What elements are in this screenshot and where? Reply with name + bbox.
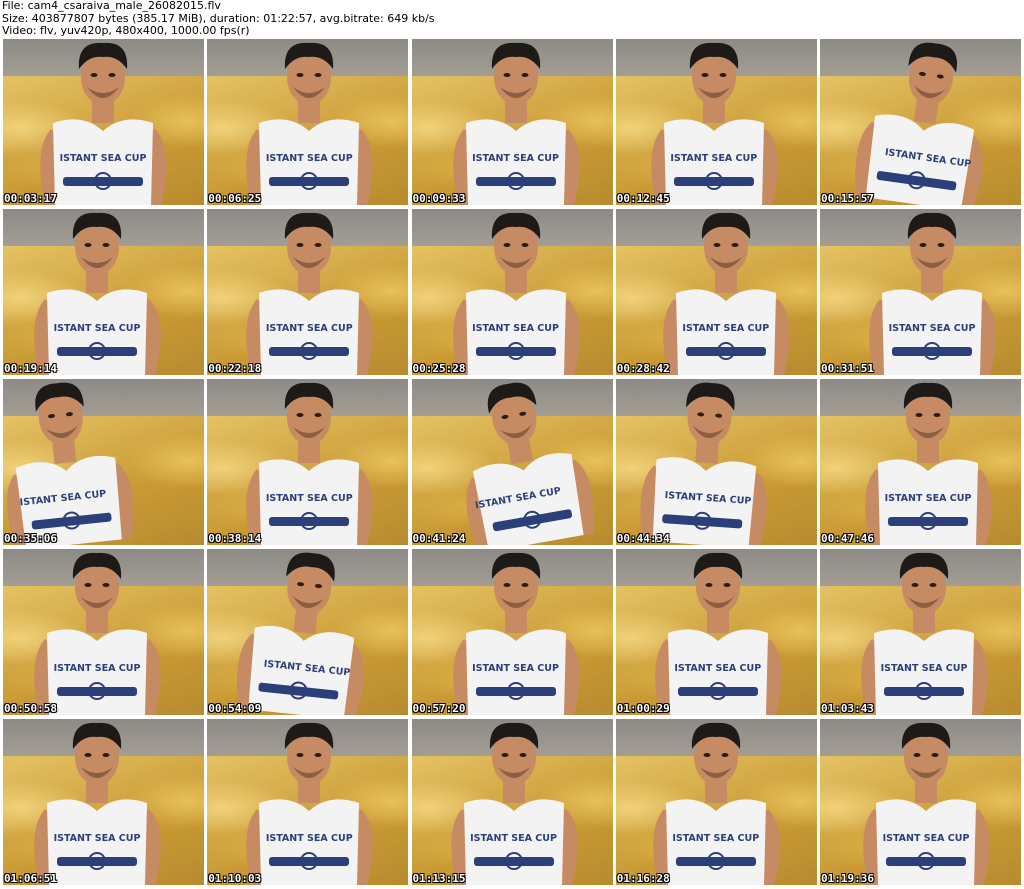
video-thumbnail: ISTANT SEA CUP 00:25:28 (411, 209, 613, 375)
video-thumbnail: ISTANT SEA CUP 01:03:43 (820, 549, 1021, 715)
shirt-print-text: ISTANT SEA CUP (59, 153, 147, 164)
person-figure (34, 722, 161, 885)
shirt-print-text: ISTANT SEA CUP (53, 833, 141, 844)
person-figure (237, 552, 365, 715)
thumbnail-timestamp: 01:03:43 (821, 702, 874, 715)
person-figure (34, 552, 161, 715)
thumbnail-grid: ISTANT SEA CUP 00:03:17 ISTANT SEA CUP 00:0… (3, 39, 1021, 887)
thumbnail-timestamp: 00:57:20 (412, 702, 466, 715)
person-figure (465, 382, 594, 545)
video-thumbnail: ISTANT SEA CUP 00:44:34 (615, 379, 817, 545)
shirt-print-text: ISTANT SEA CUP (880, 663, 968, 674)
person-figure (450, 722, 578, 885)
video-thumbnail: ISTANT SEA CUP 00:47:46 (820, 379, 1021, 545)
video-thumbnail: ISTANT SEA CUP 00:54:09 (207, 549, 409, 715)
thumbnail-timestamp: 00:03:17 (4, 192, 57, 205)
person-figure (452, 552, 580, 715)
shirt-print-text: ISTANT SEA CUP (472, 323, 559, 334)
video-thumbnail: ISTANT SEA CUP 00:50:58 (3, 549, 204, 715)
thumbnail-timestamp: 00:50:58 (4, 702, 57, 715)
thumbnail-timestamp: 01:13:15 (412, 872, 466, 885)
person-figure (869, 212, 996, 375)
shirt-print-text: ISTANT SEA CUP (882, 833, 970, 844)
person-figure (452, 212, 580, 375)
shirt-print-text: ISTANT SEA CUP (682, 323, 770, 334)
shirt-print-text: ISTANT SEA CUP (888, 323, 976, 334)
video-thumbnail: ISTANT SEA CUP 00:57:20 (411, 549, 613, 715)
thumbnail-timestamp: 01:10:03 (208, 872, 262, 885)
video-thumbnail: ISTANT SEA CUP 00:06:25 (207, 39, 409, 205)
thumbnail-timestamp: 00:09:33 (412, 192, 466, 205)
shirt-print-text: ISTANT SEA CUP (470, 833, 557, 844)
video-thumbnail: ISTANT SEA CUP 00:35:06 (3, 379, 204, 545)
shirt-print-text: ISTANT SEA CUP (53, 663, 141, 674)
video-thumbnail: ISTANT SEA CUP 00:12:45 (615, 39, 817, 205)
thumbnail-timestamp: 00:12:45 (616, 192, 670, 205)
video-thumbnail: ISTANT SEA CUP 01:10:03 (207, 719, 409, 885)
thumbnail-timestamp: 00:28:42 (616, 362, 670, 375)
shirt-print-text: ISTANT SEA CUP (472, 663, 559, 674)
person-figure (34, 212, 161, 375)
video-thumbnail: ISTANT SEA CUP 00:15:57 (820, 39, 1021, 205)
thumbnail-timestamp: 00:44:34 (616, 532, 670, 545)
person-figure (40, 42, 167, 205)
shirt-print-text: ISTANT SEA CUP (265, 833, 353, 844)
video-thumbnail: ISTANT SEA CUP 01:16:28 (615, 719, 817, 885)
video-thumbnail: ISTANT SEA CUP 00:38:14 (207, 379, 409, 545)
thumbnail-timestamp: 01:06:51 (4, 872, 57, 885)
thumbnail-timestamp: 00:06:25 (208, 192, 262, 205)
person-figure (452, 42, 580, 205)
video-thumbnail: ISTANT SEA CUP 00:31:51 (820, 209, 1021, 375)
thumbnail-timestamp: 01:00:29 (616, 702, 670, 715)
shirt-print-text: ISTANT SEA CUP (672, 833, 760, 844)
thumbnail-timestamp: 00:54:09 (208, 702, 262, 715)
thumbnail-timestamp: 00:38:14 (208, 532, 262, 545)
thumbnail-timestamp: 00:41:24 (412, 532, 466, 545)
person-figure (246, 722, 374, 885)
video-thumbnail: ISTANT SEA CUP 01:13:15 (411, 719, 613, 885)
shirt-print-text: ISTANT SEA CUP (265, 493, 353, 504)
shirt-print-text: ISTANT SEA CUP (674, 663, 762, 674)
video-thumbnail: ISTANT SEA CUP 01:06:51 (3, 719, 204, 885)
person-figure (246, 212, 374, 375)
video-thumbnail: ISTANT SEA CUP 00:28:42 (615, 209, 817, 375)
video-thumbnail: ISTANT SEA CUP 01:19:36 (820, 719, 1021, 885)
file-info-header: File: cam4_csaraiva_male_26082015.flv Si… (2, 0, 1022, 38)
thumbnail-timestamp: 00:22:18 (208, 362, 262, 375)
person-figure (652, 722, 780, 885)
thumbnail-timestamp: 00:25:28 (412, 362, 466, 375)
person-figure (650, 42, 778, 205)
person-figure (246, 382, 374, 545)
thumbnail-timestamp: 00:35:06 (4, 532, 57, 545)
person-figure (7, 382, 134, 545)
shirt-print-text: ISTANT SEA CUP (472, 153, 559, 164)
person-figure (246, 42, 374, 205)
thumbnail-timestamp: 01:16:28 (616, 872, 670, 885)
thumbnail-timestamp: 01:19:36 (821, 872, 874, 885)
video-thumbnail: ISTANT SEA CUP 00:41:24 (411, 379, 613, 545)
video-thumbnail: ISTANT SEA CUP 00:19:14 (3, 209, 204, 375)
video-thumbnail: ISTANT SEA CUP 01:00:29 (615, 549, 817, 715)
thumbnail-timestamp: 00:15:57 (821, 192, 874, 205)
video-thumbnail: ISTANT SEA CUP 00:22:18 (207, 209, 409, 375)
file-name-line: File: cam4_csaraiva_male_26082015.flv (2, 0, 221, 12)
thumbnail-timestamp: 00:31:51 (821, 362, 874, 375)
shirt-print-text: ISTANT SEA CUP (884, 493, 972, 504)
person-figure (662, 212, 790, 375)
person-figure (855, 42, 983, 205)
person-figure (861, 552, 988, 715)
video-thumbnail: ISTANT SEA CUP 00:03:17 (3, 39, 204, 205)
video-info-line: Video: flv, yuv420p, 480x400, 1000.00 fp… (2, 24, 250, 37)
video-thumbnail: ISTANT SEA CUP 00:09:33 (411, 39, 613, 205)
shirt-print-text: ISTANT SEA CUP (53, 323, 141, 334)
person-figure (640, 382, 767, 545)
thumbnail-timestamp: 00:19:14 (4, 362, 57, 375)
shirt-print-text: ISTANT SEA CUP (265, 323, 353, 334)
person-figure (865, 382, 992, 545)
person-figure (863, 722, 990, 885)
thumbnail-timestamp: 00:47:46 (821, 532, 874, 545)
shirt-print-text: ISTANT SEA CUP (670, 153, 758, 164)
shirt-print-text: ISTANT SEA CUP (265, 153, 353, 164)
person-figure (654, 552, 782, 715)
